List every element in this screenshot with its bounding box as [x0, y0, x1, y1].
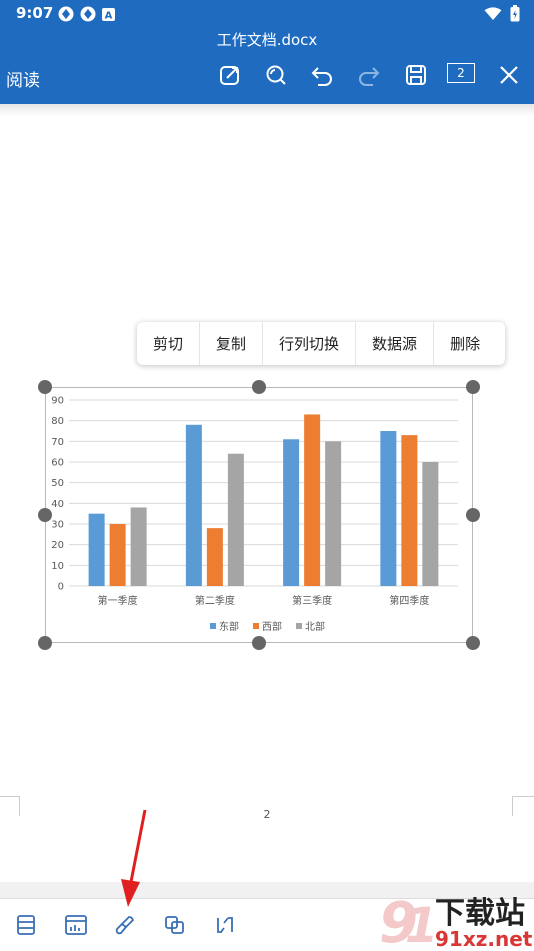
y-tick-label: 0 [58, 582, 64, 593]
bar [283, 439, 300, 586]
bar [401, 435, 418, 586]
y-tick-label: 30 [51, 520, 64, 531]
bar [88, 513, 105, 586]
page-number: 2 [263, 808, 271, 821]
swap-icon [217, 917, 233, 933]
arrange-icon [165, 916, 184, 934]
y-tick-label: 60 [51, 458, 64, 469]
bar [380, 431, 397, 586]
bar [109, 524, 126, 586]
y-tick-label: 40 [51, 499, 64, 510]
y-tick-label: 80 [51, 416, 64, 427]
arrange-button[interactable] [162, 912, 188, 938]
watermark-text-bottom: 91xz.net [435, 927, 533, 950]
bar [422, 462, 439, 586]
bar [227, 453, 244, 586]
legend-label: 西部 [262, 620, 282, 633]
legend-swatch [210, 623, 216, 629]
format-painter-button[interactable] [112, 912, 138, 938]
site-watermark-logo: 9 1 下载站 91xz.net [379, 891, 533, 950]
watermark-text-top: 下载站 [435, 896, 525, 931]
legend-label: 东部 [219, 620, 239, 633]
bar [185, 424, 202, 586]
svg-text:1: 1 [405, 898, 438, 950]
bar [304, 414, 321, 586]
x-tick-label: 第二季度 [195, 594, 235, 607]
x-tick-label: 第三季度 [292, 594, 332, 607]
legend-swatch [253, 623, 259, 629]
bar [130, 507, 147, 586]
x-tick-label: 第一季度 [98, 594, 138, 607]
y-tick-label: 70 [51, 437, 64, 448]
y-tick-label: 10 [51, 561, 64, 572]
chart-style-button[interactable] [63, 912, 89, 938]
annotation-arrow [121, 809, 147, 907]
y-tick-label: 50 [51, 478, 64, 489]
layout-button[interactable] [13, 912, 39, 938]
swap-data-button[interactable] [212, 912, 238, 938]
bar [325, 441, 342, 586]
y-tick-label: 90 [51, 396, 64, 407]
x-tick-label: 第四季度 [389, 594, 429, 607]
legend-swatch [296, 623, 302, 629]
chart-style-icon [65, 915, 87, 935]
y-tick-label: 20 [51, 540, 64, 551]
layout-icon [17, 915, 35, 935]
legend-label: 北部 [305, 620, 325, 633]
bar [206, 528, 223, 586]
brush-icon [115, 916, 135, 935]
